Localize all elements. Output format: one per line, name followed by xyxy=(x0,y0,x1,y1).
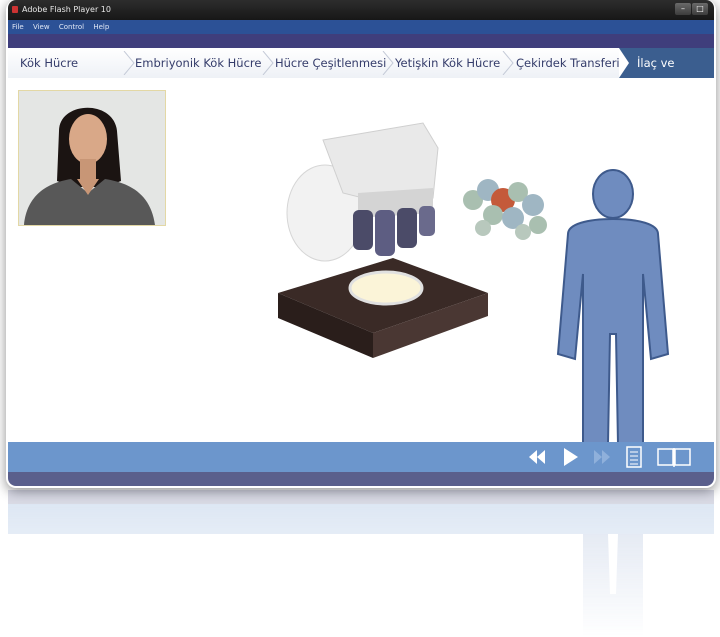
menu-file[interactable]: File xyxy=(12,23,24,31)
content-stage xyxy=(8,78,714,444)
footer-band xyxy=(8,472,714,486)
forward-icon[interactable] xyxy=(591,446,613,468)
page-icon[interactable] xyxy=(625,446,643,468)
crumb-cekirdek-transferi[interactable]: Çekirdek Transferi xyxy=(516,48,620,78)
play-icon[interactable] xyxy=(559,446,581,468)
menu-control[interactable]: Control xyxy=(59,23,84,31)
breadcrumb-nav: Kök Hücre Embriyonik Kök Hücre Hücre Çeş… xyxy=(8,48,714,100)
presenter-person-image xyxy=(19,91,165,225)
minimize-button[interactable]: – xyxy=(675,3,691,15)
book-icon[interactable] xyxy=(656,446,692,468)
chevron-right-icon xyxy=(502,51,514,75)
menu-bar: File View Control Help xyxy=(8,20,714,34)
chevron-right-icon xyxy=(123,51,135,75)
reflection-figure xyxy=(583,534,643,637)
chevron-right-icon xyxy=(382,51,394,75)
title-bar[interactable]: Adobe Flash Player 10 – □ xyxy=(8,0,714,20)
header-band xyxy=(8,34,714,48)
menu-view[interactable]: View xyxy=(33,23,50,31)
flash-app-icon xyxy=(12,6,18,13)
chevron-right-icon xyxy=(262,51,274,75)
window-reflection xyxy=(8,490,714,637)
presenter-video xyxy=(18,90,166,226)
reflection-band-dark xyxy=(8,490,714,504)
crumb-ilac-ve-tedavi-active[interactable]: İlaç ve Tedavi xyxy=(619,48,714,100)
human-figure-illustration xyxy=(556,169,670,444)
reflection-band-blue xyxy=(8,504,714,534)
crumb-embriyonik[interactable]: Embriyonik Kök Hücre xyxy=(135,48,261,78)
crumb-hucre-cesitlenmesi[interactable]: Hücre Çeşitlenmesi xyxy=(275,48,386,78)
crumb-kok-hucre[interactable]: Kök Hücre xyxy=(20,48,78,78)
menu-help[interactable]: Help xyxy=(93,23,109,31)
window-controls: – □ xyxy=(675,3,708,15)
window-title: Adobe Flash Player 10 xyxy=(22,5,111,14)
crumb-yetiskin[interactable]: Yetişkin Kök Hücre xyxy=(395,48,500,78)
rewind-icon[interactable] xyxy=(526,446,548,468)
controls-bar xyxy=(8,442,714,472)
maximize-button[interactable]: □ xyxy=(692,3,708,15)
molecule-illustration xyxy=(463,179,547,240)
flash-player-window: Adobe Flash Player 10 – □ File View Cont… xyxy=(8,0,714,486)
